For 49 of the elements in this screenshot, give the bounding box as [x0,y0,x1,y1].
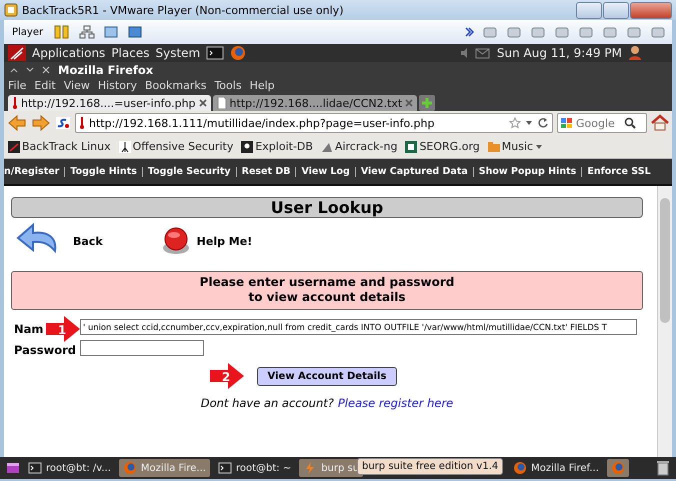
bookmark-item[interactable]: Aircrack-ng [320,140,398,153]
browser-tab[interactable]: http://192.168....=user-info.php [8,95,211,111]
menu-item[interactable]: History [98,78,137,92]
callout-arrow: 1 [46,316,80,342]
nav-link[interactable]: Toggle Security [148,166,231,177]
nav-link[interactable]: Toggle Hints [70,166,137,177]
callout-arrow: 2 [210,363,244,389]
menu-item[interactable]: View [64,78,90,92]
window-title: Mozilla Firefox [58,62,154,76]
bookmark-item[interactable]: SEORG.org [405,140,480,153]
panel-menu[interactable]: Applications [32,46,106,60]
field-label: Nam [14,322,44,336]
address-bar[interactable]: http://192.168.1.111/mutillidae/index.php?page=user-info.php [75,113,553,133]
nav-link[interactable]: View Log [301,166,350,177]
window-title: BackTrack5R1 - VMware Player (Non-commercial use only) [22,4,344,16]
tooltip: burp suite free edition v1.4 [357,458,504,475]
panel-menu[interactable]: System [155,46,200,60]
nav-link[interactable]: n/Register [4,166,60,177]
page-heading: User Lookup [11,197,643,218]
menu-item[interactable]: Edit [34,78,56,92]
instruction-banner: Please enter username and password to view account details [11,271,643,310]
back-link[interactable]: Back [73,234,103,248]
bookmark-item[interactable]: Music [488,140,544,153]
taskbar-item[interactable]: root@bt: /v... [24,459,115,477]
panel-menu[interactable]: Places [111,46,150,60]
register-prompt: Dont have an account? [200,396,334,410]
menu-item[interactable]: Help [250,78,275,92]
help-link[interactable]: Help Me! [196,234,252,248]
name-field[interactable]: ' union select ccid,ccnumber,ccv,expiration,null from credit_cards INTO OUTFILE '/var/www/html/mutillidae/CCN.txt' FIELDS T [80,319,637,335]
field-label: Password [14,342,76,356]
search-bar[interactable]: Google [557,113,647,133]
register-link[interactable]: Please register here [338,396,454,410]
player-menu[interactable]: Player [10,24,46,40]
bookmark-item[interactable]: Exploit-DB [241,140,313,153]
taskbar-item[interactable]: Mozilla Fire... [118,459,210,477]
nav-link[interactable]: Show Popup Hints [478,166,576,177]
bookmark-item[interactable]: Offensive Security [118,140,234,153]
nav-link[interactable]: View Captured Data [360,166,468,177]
nav-link[interactable]: Reset DB [242,166,290,177]
menu-item[interactable]: Bookmarks [144,78,206,92]
taskbar-item[interactable]: root@bt: ~ [214,459,296,477]
taskbar-item[interactable]: Mozilla Firef... [509,459,603,477]
browser-tab[interactable]: http://192.168....lidae/CCN2.txt [212,95,418,111]
menu-item[interactable]: Tools [214,78,242,92]
nav-link[interactable]: Enforce SSL [587,166,651,177]
submit-button[interactable]: View Account Details [257,367,397,386]
menu-item[interactable]: File [8,78,26,92]
clock[interactable]: Sun Aug 11, 9:49 PM [496,46,622,60]
bookmark-item[interactable]: BackTrack Linux [8,140,111,153]
